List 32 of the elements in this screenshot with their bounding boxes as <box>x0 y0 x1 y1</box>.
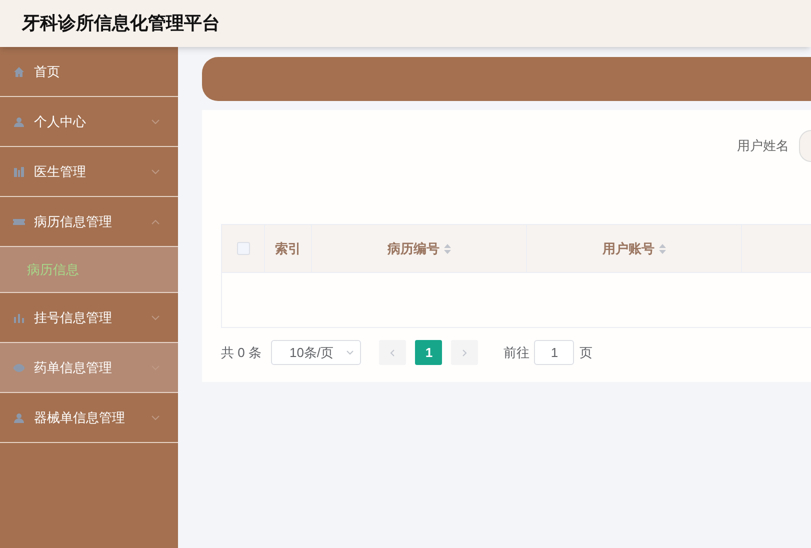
person-icon <box>13 412 25 424</box>
column-header[interactable]: 用户账号 <box>602 238 666 258</box>
checkbox[interactable] <box>236 242 250 255</box>
bars-icon <box>13 166 25 178</box>
column-header: 索引 <box>275 240 301 258</box>
sort-icon <box>658 244 666 254</box>
goto-label: 前往 <box>503 344 530 362</box>
menu-item[interactable]: 药单信息管理 <box>0 343 178 393</box>
page-number[interactable]: 1 <box>415 340 442 365</box>
chevron-right-icon <box>462 348 468 356</box>
search-field[interactable] <box>799 130 811 162</box>
prev-page-button[interactable] <box>379 340 406 365</box>
bar-chart-icon <box>13 312 25 324</box>
column-header[interactable]: 病历编号 <box>388 238 450 258</box>
page-size-select[interactable]: 10条/页 <box>271 340 362 365</box>
page-suffix: 页 <box>579 344 592 362</box>
chevron-icon <box>151 314 160 320</box>
page-input[interactable]: 1 <box>534 340 574 365</box>
chevron-icon <box>151 414 160 420</box>
home-icon <box>13 66 25 78</box>
next-page-button[interactable] <box>451 340 478 365</box>
total-count: 共 0 条 <box>221 344 262 362</box>
person-icon <box>13 116 25 128</box>
app-title: 牙科诊所信息化管理平台 <box>22 12 220 35</box>
eye-icon <box>13 362 25 374</box>
chevron-icon <box>151 168 160 174</box>
search-label: 用户姓名 <box>737 137 789 156</box>
sort-icon <box>444 244 450 254</box>
chevron-icon <box>151 118 160 124</box>
chevron-left-icon <box>390 348 396 356</box>
chevron-icon <box>151 218 160 224</box>
chevron-icon <box>346 350 354 355</box>
